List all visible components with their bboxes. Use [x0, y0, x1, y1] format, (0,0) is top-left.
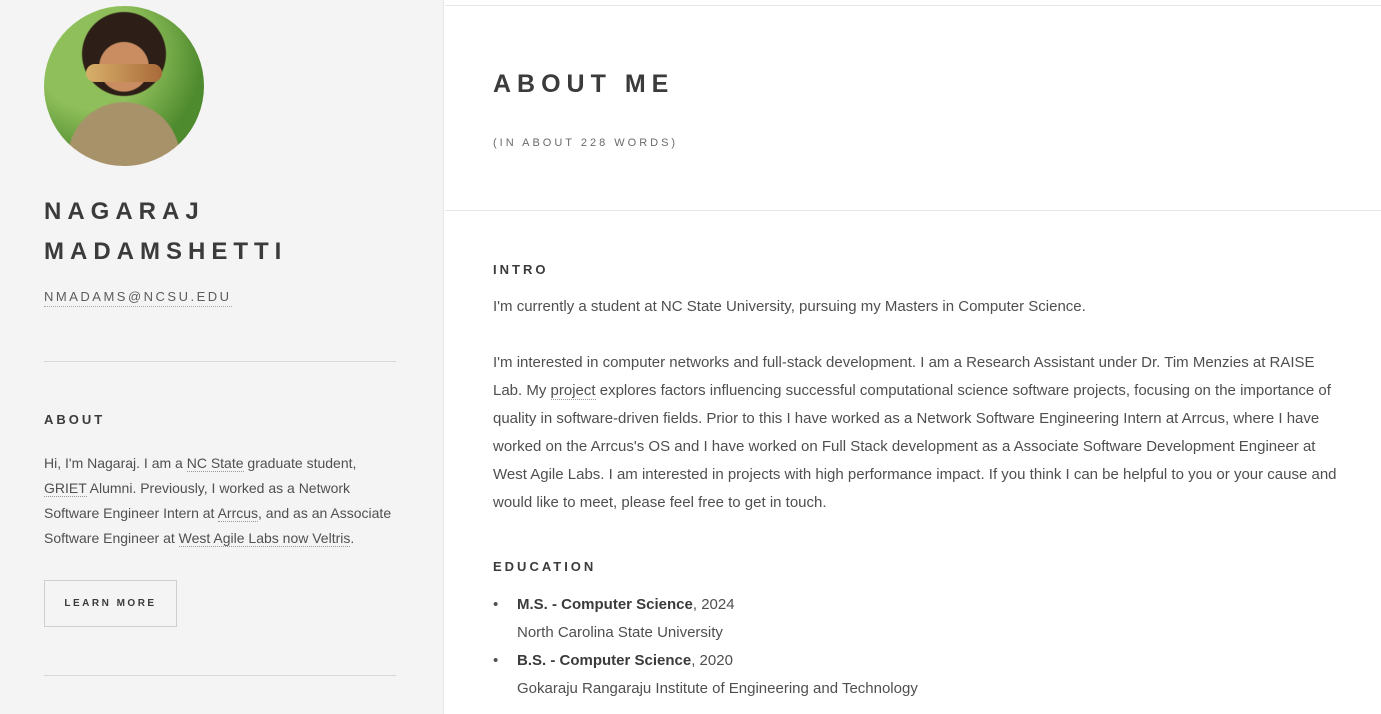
- page-title: ABOUT ME: [493, 70, 675, 98]
- westagile-link[interactable]: West Agile Labs now Veltris: [178, 530, 351, 547]
- intro-paragraph-2: I'm interested in computer networks and …: [493, 349, 1343, 517]
- year: , 2024: [692, 596, 735, 613]
- intro-paragraph-1: I'm currently a student at NC State Univ…: [493, 298, 1086, 315]
- about-text-part: Hi, I'm Nagaraj. I am a: [44, 455, 187, 471]
- education-list: • M.S. - Computer Science, 2024 North Ca…: [493, 591, 1343, 703]
- ncstate-link[interactable]: NC State: [186, 455, 244, 472]
- education-item: • B.S. - Computer Science, 2020 Gokaraju…: [493, 647, 1343, 703]
- school: North Carolina State University: [517, 624, 723, 641]
- griet-link[interactable]: GRIET: [44, 480, 87, 497]
- about-text-part: graduate student,: [243, 455, 357, 471]
- learn-more-button[interactable]: LEARN MORE: [44, 580, 177, 627]
- intro-heading: INTRO: [493, 262, 549, 277]
- bullet: •: [493, 596, 499, 613]
- school: Gokaraju Rangaraju Institute of Engineer…: [517, 680, 918, 697]
- intro-text-part: explores factors influencing successful …: [493, 382, 1337, 511]
- avatar-sunglasses: [86, 64, 162, 82]
- sidebar: NAGARAJ MADAMSHETTI NMADAMS@NCSU.EDU ABO…: [0, 0, 444, 714]
- arrcus-link[interactable]: Arrcus: [217, 505, 259, 522]
- sidebar-divider-bottom: [44, 675, 396, 676]
- education-heading: EDUCATION: [493, 559, 597, 574]
- main-content: ABOUT ME (IN ABOUT 228 WORDS) INTRO I'm …: [445, 0, 1381, 714]
- about-text-part: .: [350, 530, 355, 546]
- profile-name: NAGARAJ MADAMSHETTI: [44, 198, 288, 265]
- year: , 2020: [691, 652, 733, 669]
- page-subtitle: (IN ABOUT 228 WORDS): [493, 137, 679, 149]
- about-text: Hi, I'm Nagaraj. I am a NC State graduat…: [44, 451, 396, 551]
- main-top-border: [445, 5, 1381, 6]
- email-link[interactable]: NMADAMS@NCSU.EDU: [44, 288, 232, 307]
- avatar: [44, 6, 204, 166]
- header-divider: [445, 210, 1381, 211]
- education-item: • M.S. - Computer Science, 2024 North Ca…: [493, 591, 1343, 647]
- project-link[interactable]: project: [550, 382, 596, 400]
- about-heading: ABOUT: [44, 412, 106, 427]
- sidebar-divider-top: [44, 361, 396, 362]
- degree: B.S. - Computer Science: [517, 652, 692, 669]
- bullet: •: [493, 652, 499, 669]
- degree: M.S. - Computer Science: [517, 596, 693, 613]
